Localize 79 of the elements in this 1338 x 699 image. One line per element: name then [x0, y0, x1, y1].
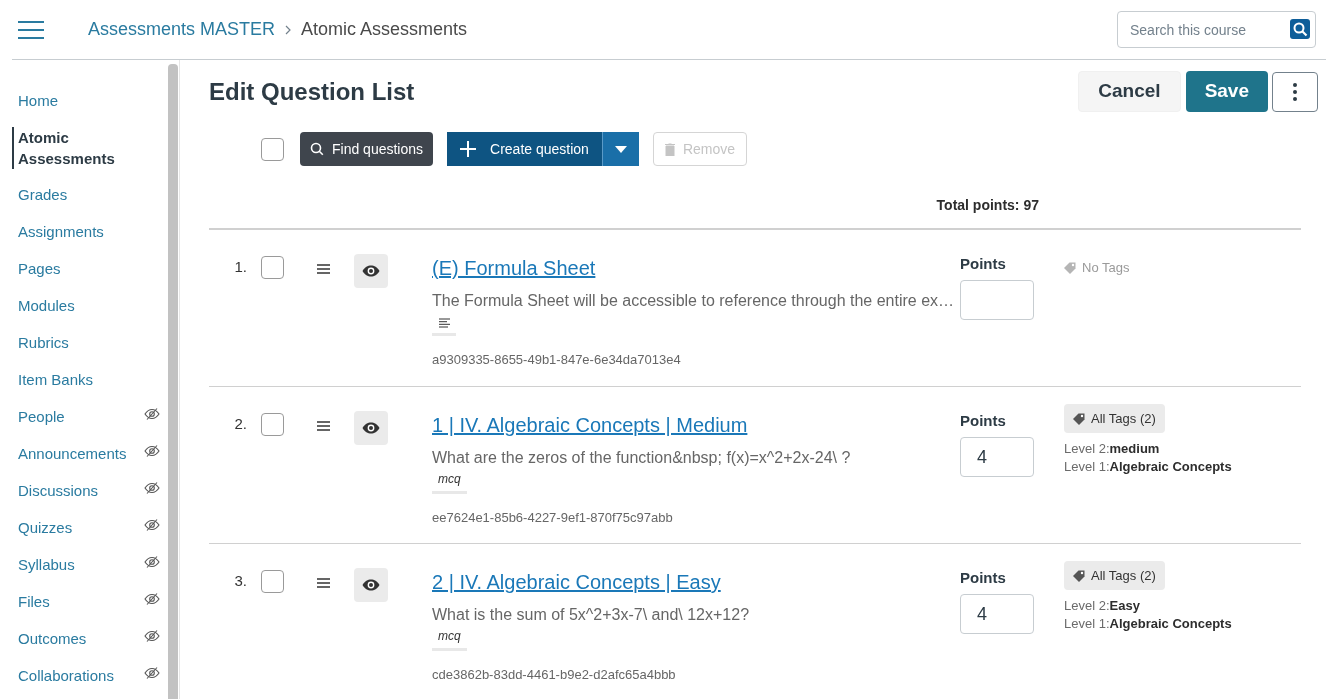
nav-link[interactable]: Outcomes [12, 628, 87, 650]
nav-link[interactable]: Home [12, 90, 58, 112]
question-title-link[interactable]: 2 | IV. Algebraic Concepts | Easy [432, 570, 721, 594]
kebab-icon [1293, 82, 1297, 101]
no-tags-label: No Tags [1082, 259, 1130, 277]
drag-handle-icon[interactable] [317, 421, 330, 431]
nav-link[interactable]: Grades [12, 184, 68, 206]
nav-link[interactable]: Assignments [12, 221, 104, 243]
preview-button[interactable] [354, 411, 388, 445]
text-lines-icon [438, 318, 450, 329]
question-number: 2. [233, 414, 247, 434]
question-type-label: mcq [432, 470, 467, 494]
drag-handle-icon[interactable] [317, 578, 330, 588]
page-title: Edit Question List [209, 76, 415, 107]
tag-icon [1064, 261, 1076, 274]
all-tags-button[interactable]: All Tags (2) [1064, 561, 1165, 590]
trash-icon [664, 142, 675, 156]
nav-link[interactable]: Pages [12, 258, 61, 280]
breadcrumb-current: Atomic Assessments [301, 18, 468, 41]
nav-link[interactable]: Syllabus [12, 554, 75, 576]
nav-link[interactable]: Item Banks [12, 369, 94, 391]
nav-link[interactable]: Files [12, 591, 50, 613]
question-number: 1. [233, 257, 247, 277]
all-tags-button[interactable]: All Tags (2) [1064, 404, 1165, 433]
chevron-icon [285, 24, 292, 35]
question-title-link[interactable]: (E) Formula Sheet [432, 256, 596, 280]
caret-icon [614, 145, 627, 153]
plus-icon [460, 141, 477, 157]
search-field[interactable]: Search this course [1117, 11, 1316, 48]
find-questions-button[interactable]: Find questions [300, 132, 434, 166]
total-points: Total points: 97 [936, 196, 1039, 215]
scrollbar[interactable] [168, 64, 178, 699]
question-number: 3. [233, 571, 247, 591]
drag-handle-icon[interactable] [317, 264, 330, 274]
tag-icon [1073, 569, 1085, 582]
tag-line: Level 2:Easy [1064, 597, 1141, 615]
points-label: Points [960, 570, 1007, 586]
create-question-button[interactable]: Create question [447, 132, 602, 166]
tag-line: Level 2:medium [1064, 440, 1161, 458]
create-options-dropdown[interactable] [601, 132, 639, 166]
question-text: The Formula Sheet will be accessible to reference through the entire ex… [432, 291, 956, 311]
menu-icon[interactable] [18, 20, 44, 39]
question-text: What are the zeros of the function&nbsp; f(x)=x^2+2x-24\ ? [432, 448, 852, 468]
question-title-link[interactable]: 1 | IV. Algebraic Concepts | Medium [432, 413, 748, 437]
nav-link[interactable]: Collaborations [12, 665, 114, 687]
nav-link[interactable]: People [12, 406, 65, 428]
points-field[interactable] [960, 280, 1034, 320]
nav-link[interactable]: Quizzes [12, 517, 73, 539]
question-id: ee7624e1-85b6-4227-9ef1-870f75c97abb [432, 509, 674, 527]
save-button[interactable]: Save [1185, 71, 1268, 112]
nav-link[interactable]: Modules [12, 295, 75, 317]
question-id: cde3862b-83dd-4461-b9e2-d2afc65a4bbb [432, 666, 677, 684]
breadcrumb-link[interactable]: Assessments MASTER [88, 16, 276, 43]
search-icon[interactable] [1290, 19, 1310, 39]
points-field[interactable]: 4 [960, 594, 1034, 634]
question-checkbox[interactable] [261, 413, 284, 436]
question-checkbox[interactable] [261, 256, 284, 279]
nav-link[interactable]: Discussions [12, 480, 99, 502]
nav-link[interactable]: Rubrics [12, 332, 69, 354]
tag-line: Level 1:Algebraic Concepts [1064, 615, 1232, 633]
preview-button[interactable] [354, 568, 388, 602]
tag-icon [1073, 412, 1085, 425]
question-checkbox[interactable] [261, 570, 284, 593]
preview-button[interactable] [354, 254, 388, 288]
select-all-checkbox[interactable] [261, 137, 284, 161]
points-field[interactable]: 4 [960, 437, 1034, 477]
eye-icon [362, 422, 380, 434]
eye-icon [362, 579, 380, 591]
cancel-button[interactable]: Cancel [1078, 71, 1181, 112]
points-label: Points [960, 256, 1007, 272]
question-id: a9309335-8655-49b1-847e-6e34da7013e4 [432, 351, 682, 369]
eye-icon [362, 265, 380, 277]
question-text: What is the sum of 5x^2+3x-7\ and\ 12x+12? [432, 605, 751, 625]
search-icon [310, 142, 324, 156]
question-type-label: mcq [432, 627, 467, 651]
tag-line: Level 1:Algebraic Concepts [1064, 458, 1232, 476]
more-options-button[interactable] [1272, 71, 1318, 112]
nav-link[interactable]: Announcements [12, 443, 127, 465]
points-label: Points [960, 413, 1007, 429]
